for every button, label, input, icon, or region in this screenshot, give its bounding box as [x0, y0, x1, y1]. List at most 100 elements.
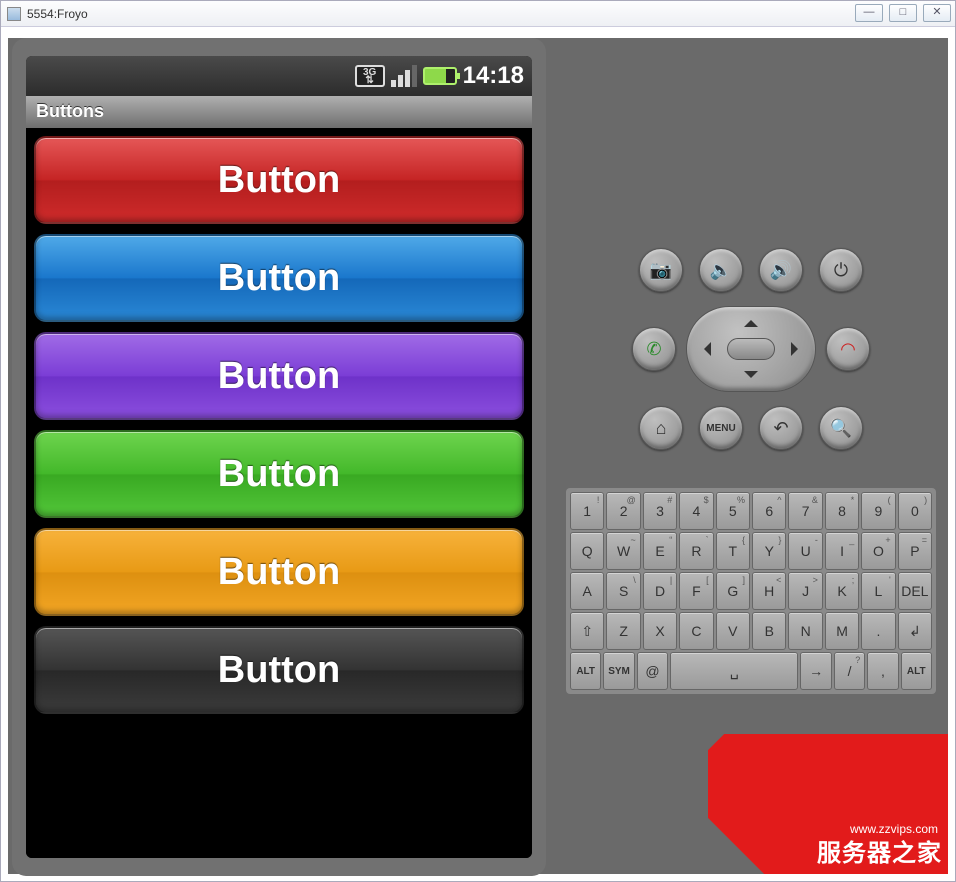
key-L[interactable]: L' [861, 572, 895, 610]
key-C[interactable]: C [679, 612, 713, 650]
key-0[interactable]: 0) [898, 492, 932, 530]
dpad-center[interactable] [727, 338, 775, 360]
window-close-button[interactable]: ✕ [923, 4, 951, 22]
power-button[interactable]: ⏻ [819, 248, 863, 292]
key-alt[interactable]: ALT [901, 652, 932, 690]
key-3[interactable]: 3# [643, 492, 677, 530]
key-X[interactable]: X [643, 612, 677, 650]
app-title: Buttons [26, 96, 532, 128]
key-J[interactable]: J> [788, 572, 822, 610]
key-secondary: ) [924, 495, 927, 505]
key-secondary: } [778, 535, 781, 545]
key-secondary: ` [706, 535, 709, 545]
key-secondary: [ [706, 575, 709, 585]
key-del[interactable]: DEL [898, 572, 932, 610]
key-8[interactable]: 8* [825, 492, 859, 530]
phone-skin: 3G 14:18 Buttons ButtonButtonButtonButto… [12, 38, 546, 876]
volume-down-button[interactable]: 🔈 [699, 248, 743, 292]
home-button[interactable]: ⌂ [639, 406, 683, 450]
end-call-button[interactable]: ◠ [826, 327, 870, 371]
key-Z[interactable]: Z [606, 612, 640, 650]
search-button[interactable]: 🔍 [819, 406, 863, 450]
window-maximize-button[interactable]: □ [889, 4, 917, 22]
key-secondary: @ [627, 495, 636, 505]
app-button-red[interactable]: Button [34, 136, 524, 224]
dpad [686, 306, 816, 392]
key-secondary: \ [633, 575, 636, 585]
key-4[interactable]: 4$ [679, 492, 713, 530]
key-␣[interactable]: ␣ [670, 652, 798, 690]
menu-button[interactable]: MENU [699, 406, 743, 450]
app-button-blue[interactable]: Button [34, 234, 524, 322]
call-button[interactable]: ✆ [632, 327, 676, 371]
window-minimize-button[interactable]: — [855, 4, 883, 22]
key-secondary: > [813, 575, 818, 585]
key-I[interactable]: I_ [825, 532, 859, 570]
key-secondary: + [885, 535, 890, 545]
camera-button[interactable]: 📷 [639, 248, 683, 292]
app-button-green[interactable]: Button [34, 430, 524, 518]
key-K[interactable]: K; [825, 572, 859, 610]
key-A[interactable]: A [570, 572, 604, 610]
battery-icon [423, 67, 457, 85]
key-P[interactable]: P= [898, 532, 932, 570]
key-F[interactable]: F[ [679, 572, 713, 610]
key-secondary: ; [852, 575, 855, 585]
key-H[interactable]: H< [752, 572, 786, 610]
dpad-left[interactable] [697, 342, 711, 356]
app-button-orange[interactable]: Button [34, 528, 524, 616]
dpad-up[interactable] [744, 313, 758, 327]
key-O[interactable]: O+ [861, 532, 895, 570]
key-↲[interactable]: ↲ [898, 612, 932, 650]
key-U[interactable]: U- [788, 532, 822, 570]
key-alt[interactable]: ALT [570, 652, 601, 690]
dpad-down[interactable] [744, 371, 758, 385]
back-button[interactable]: ↶ [759, 406, 803, 450]
key-N[interactable]: N [788, 612, 822, 650]
key-M[interactable]: M [825, 612, 859, 650]
key-secondary: ^ [777, 495, 781, 505]
app-button-purple[interactable]: Button [34, 332, 524, 420]
key-secondary: ( [888, 495, 891, 505]
key-sym[interactable]: SYM [603, 652, 634, 690]
signal-icon [391, 65, 417, 87]
key-.[interactable]: . [861, 612, 895, 650]
key-E[interactable]: E“ [643, 532, 677, 570]
key-1[interactable]: 1! [570, 492, 604, 530]
key-secondary: * [851, 495, 855, 505]
key-secondary: ~ [631, 535, 636, 545]
key-,[interactable]: , [867, 652, 898, 690]
key-V[interactable]: V [716, 612, 750, 650]
key-S[interactable]: S\ [606, 572, 640, 610]
key-D[interactable]: D| [643, 572, 677, 610]
key-secondary: _ [849, 535, 854, 545]
volume-up-button[interactable]: 🔊 [759, 248, 803, 292]
key-Q[interactable]: Q [570, 532, 604, 570]
key-/[interactable]: /? [834, 652, 865, 690]
key-secondary: < [776, 575, 781, 585]
watermark: www.zzvips.com 服务器之家 [708, 734, 948, 874]
key-T[interactable]: T{ [716, 532, 750, 570]
key-5[interactable]: 5% [716, 492, 750, 530]
emulator-side-panel: 📷 🔈 🔊 ⏻ ✆ ◠ [554, 38, 948, 874]
key-B[interactable]: B [752, 612, 786, 650]
emulator-window: 5554:Froyo — □ ✕ 3G 14:18 Buttons Button… [0, 0, 956, 882]
key-secondary: “ [669, 535, 672, 545]
key-secondary: ' [889, 575, 891, 585]
key-G[interactable]: G] [716, 572, 750, 610]
key-7[interactable]: 7& [788, 492, 822, 530]
dpad-right[interactable] [791, 342, 805, 356]
key-W[interactable]: W~ [606, 532, 640, 570]
emulator-body: 3G 14:18 Buttons ButtonButtonButtonButto… [8, 38, 948, 874]
key-secondary: % [737, 495, 745, 505]
key-@[interactable]: @ [637, 652, 668, 690]
key-9[interactable]: 9( [861, 492, 895, 530]
key-6[interactable]: 6^ [752, 492, 786, 530]
key-R[interactable]: R` [679, 532, 713, 570]
key-Y[interactable]: Y} [752, 532, 786, 570]
key-secondary: $ [704, 495, 709, 505]
key-⇧[interactable]: ⇧ [570, 612, 604, 650]
key-→[interactable]: → [800, 652, 831, 690]
key-2[interactable]: 2@ [606, 492, 640, 530]
app-button-black[interactable]: Button [34, 626, 524, 714]
